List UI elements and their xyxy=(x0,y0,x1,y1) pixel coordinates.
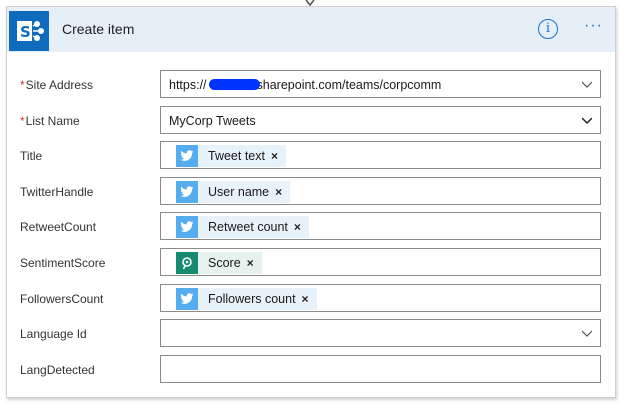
twitter-bird-icon xyxy=(176,145,198,167)
lang-detected-field[interactable] xyxy=(160,355,601,383)
token-label: Tweet text xyxy=(208,149,265,163)
twitter-bird-icon xyxy=(176,216,198,238)
chevron-down-icon[interactable] xyxy=(582,79,592,89)
followers-count-field[interactable]: Followers count × xyxy=(160,284,601,312)
ellipsis-icon[interactable]: ··· xyxy=(584,18,608,39)
token-retweet-count[interactable]: Retweet count × xyxy=(176,216,309,238)
token-remove-icon[interactable]: × xyxy=(294,220,309,234)
lang-detected-label: LangDetected xyxy=(20,363,95,377)
required-marker: * xyxy=(20,78,25,92)
sentiment-score-label: SentimentScore xyxy=(20,256,106,270)
row-twitter-handle: TwitterHandle User name × xyxy=(7,177,615,207)
sentiment-score-field[interactable]: Score × xyxy=(160,248,601,276)
row-title: Title Tweet text × xyxy=(7,141,615,171)
create-item-card: S Create item i ··· *Site Address https:… xyxy=(6,6,616,398)
row-followers-count: FollowersCount Followers count × xyxy=(7,284,615,314)
row-list-name: *List Name MyCorp Tweets xyxy=(7,106,615,136)
retweet-count-field[interactable]: Retweet count × xyxy=(160,212,601,240)
card-header[interactable]: S Create item i ··· xyxy=(7,7,615,52)
language-id-label: Language Id xyxy=(20,327,87,341)
twitter-handle-label: TwitterHandle xyxy=(20,185,94,199)
svg-text:S: S xyxy=(20,23,31,41)
token-remove-icon[interactable]: × xyxy=(302,292,317,306)
row-site-address: *Site Address https://sharepoint.com/tea… xyxy=(7,70,615,100)
language-id-dropdown[interactable] xyxy=(160,319,601,347)
list-name-label: *List Name xyxy=(20,114,80,128)
token-remove-icon[interactable]: × xyxy=(275,185,290,199)
text-analytics-icon xyxy=(176,252,198,274)
twitter-bird-icon xyxy=(176,288,198,310)
row-retweet-count: RetweetCount Retweet count × xyxy=(7,212,615,242)
site-address-dropdown[interactable]: https://sharepoint.com/teams/corpcomm xyxy=(160,70,601,98)
row-language-id: Language Id xyxy=(7,319,615,349)
list-name-dropdown[interactable]: MyCorp Tweets xyxy=(160,106,601,134)
list-name-value: MyCorp Tweets xyxy=(169,114,256,128)
card-title: Create item xyxy=(62,21,135,37)
row-lang-detected: LangDetected xyxy=(7,355,615,385)
row-sentiment-score: SentimentScore Score × xyxy=(7,248,615,278)
twitter-bird-icon xyxy=(176,181,198,203)
info-icon[interactable]: i xyxy=(538,19,558,39)
token-user-name[interactable]: User name × xyxy=(176,181,291,203)
twitter-handle-field[interactable]: User name × xyxy=(160,177,601,205)
title-label: Title xyxy=(20,149,43,163)
token-followers-count[interactable]: Followers count × xyxy=(176,288,317,310)
token-label: Followers count xyxy=(208,292,296,306)
token-remove-icon[interactable]: × xyxy=(271,149,286,163)
token-label: User name xyxy=(208,185,270,199)
token-tweet-text[interactable]: Tweet text × xyxy=(176,145,286,167)
redaction-mark xyxy=(209,79,260,90)
title-field[interactable]: Tweet text × xyxy=(160,141,601,169)
chevron-down-icon[interactable] xyxy=(582,115,592,125)
token-score[interactable]: Score × xyxy=(176,252,262,274)
required-marker: * xyxy=(20,114,25,128)
retweet-count-label: RetweetCount xyxy=(20,220,97,234)
chevron-down-icon[interactable] xyxy=(582,328,592,338)
site-address-label: *Site Address xyxy=(20,78,94,92)
token-label: Retweet count xyxy=(208,220,288,234)
followers-count-label: FollowersCount xyxy=(20,292,104,306)
token-label: Score xyxy=(208,256,241,270)
token-remove-icon[interactable]: × xyxy=(247,256,262,270)
sharepoint-icon: S xyxy=(9,11,49,51)
